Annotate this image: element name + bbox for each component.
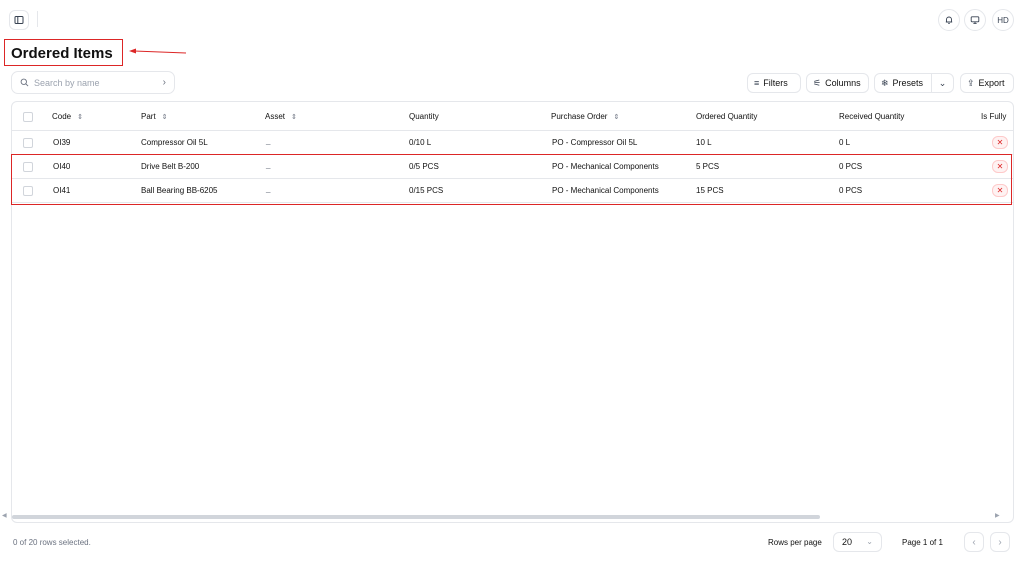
table-row[interactable]: OI39 Compressor Oil 5L _ 0/10 L PO - Com… [12, 131, 1013, 155]
export-button[interactable]: ⇪ Export [960, 73, 1014, 93]
table-header: Code ⇕ Part ⇕ Asset ⇕ Quantity Purchase Ord… [12, 102, 1013, 131]
next-page-button[interactable]: › [990, 532, 1010, 552]
column-header-ordered-quantity: Ordered Quantity [696, 112, 758, 121]
presets-dropdown-button[interactable]: ⌄ [931, 73, 954, 93]
sliders-icon: ⚟ [813, 77, 822, 88]
cell-purchase-order[interactable]: PO - Compressor Oil 5L [552, 138, 637, 147]
header-divider [37, 11, 38, 27]
column-header-received-quantity: Received Quantity [839, 112, 905, 121]
rows-per-page-select[interactable]: 20 ⌄ [833, 532, 882, 552]
top-bar: HD [0, 0, 1024, 40]
previous-page-button[interactable]: ‹ [964, 532, 984, 552]
filters-label: Filters [763, 78, 788, 88]
cell-code: OI39 [53, 138, 71, 147]
rows-highlight-box [11, 154, 1012, 205]
column-header-part[interactable]: Part ⇕ [141, 112, 168, 121]
chevron-down-icon: ⌄ [938, 77, 947, 88]
display-button[interactable] [964, 9, 986, 31]
chevron-right-icon: › [998, 536, 1002, 548]
column-header-code[interactable]: Code ⇕ [52, 112, 83, 121]
presets-button[interactable]: ❄ Presets [874, 73, 932, 93]
sort-icon[interactable]: ⇕ [77, 113, 83, 121]
chevron-down-icon: ⌄ [866, 537, 873, 546]
page-indicator: Page 1 of 1 [902, 538, 943, 547]
columns-label: Columns [825, 78, 861, 88]
rows-per-page-value: 20 [842, 537, 853, 547]
scroll-right-arrow[interactable]: ▶ [995, 512, 1000, 519]
presets-icon: ❄ [881, 77, 889, 88]
sidebar-toggle-button[interactable] [9, 10, 29, 30]
annotation-arrow [129, 48, 187, 54]
sort-icon[interactable]: ⇕ [291, 113, 297, 121]
cell-quantity: 0/10 L [409, 138, 432, 147]
chevron-left-icon: ‹ [972, 536, 976, 548]
column-header-purchase-order[interactable]: Purchase Order ⇕ [551, 112, 619, 121]
search-icon [20, 78, 29, 87]
search-box[interactable]: › [11, 71, 175, 94]
sort-icon[interactable]: ⇕ [162, 113, 168, 121]
filters-button[interactable]: ≡ Filters [747, 73, 801, 93]
scroll-left-arrow[interactable]: ◀ [2, 512, 7, 519]
rows-per-page-label: Rows per page [768, 538, 822, 547]
not-fully-received-badge: ✕ [992, 136, 1008, 149]
columns-button[interactable]: ⚟ Columns [806, 73, 869, 93]
sort-icon[interactable]: ⇕ [613, 113, 619, 121]
selection-count: 0 of 20 rows selected. [13, 538, 91, 547]
column-header-asset[interactable]: Asset ⇕ [265, 112, 297, 121]
cell-received-quantity: 0 L [839, 138, 851, 147]
export-icon: ⇪ [967, 77, 975, 88]
notifications-button[interactable] [938, 9, 960, 31]
presets-label: Presets [892, 78, 924, 88]
column-header-quantity: Quantity [409, 112, 439, 121]
chevron-right-icon: › [162, 77, 166, 88]
horizontal-scrollbar[interactable] [12, 515, 820, 519]
cell-asset: _ [266, 136, 271, 145]
cell-part: Compressor Oil 5L [141, 138, 208, 147]
sidebar-toggle-icon [14, 16, 24, 24]
row-checkbox[interactable] [23, 138, 33, 148]
select-all-checkbox[interactable] [23, 112, 33, 122]
filter-icon: ≡ [754, 78, 760, 88]
column-header-is-fully: Is Fully [981, 112, 1007, 121]
avatar[interactable]: HD [992, 9, 1014, 31]
bell-icon [945, 16, 953, 24]
search-input[interactable] [34, 77, 154, 88]
export-label: Export [978, 78, 1005, 88]
title-highlight-box [4, 39, 123, 66]
monitor-icon [970, 16, 980, 24]
cell-ordered-quantity: 10 L [696, 138, 712, 147]
avatar-initials: HD [997, 15, 1009, 25]
